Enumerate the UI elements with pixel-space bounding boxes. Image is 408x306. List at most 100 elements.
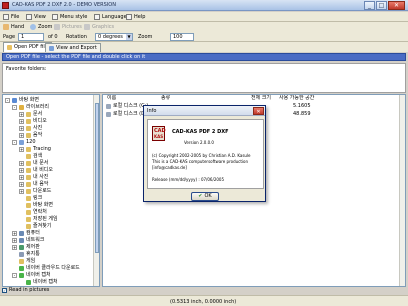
tree-expander-icon[interactable]: - <box>12 105 17 110</box>
tree-item[interactable]: - 네이버 캡처 <box>12 272 51 279</box>
menu-help[interactable]: Help <box>126 13 145 21</box>
column-header-type[interactable]: 종류 <box>161 95 170 102</box>
column-header-free-space[interactable]: 사용 가능한 공간 <box>279 95 314 102</box>
language-icon <box>94 14 100 20</box>
tree-item[interactable]: 저장된 게임 <box>19 216 58 223</box>
read-pictures-checkbox[interactable]: ✓ <box>2 288 7 293</box>
tree-item[interactable]: - 바탕 화면 <box>5 97 39 104</box>
tree-item[interactable]: 링크 <box>19 195 42 202</box>
tree-item[interactable]: 게임 <box>12 258 35 265</box>
tree-scrollbar[interactable] <box>93 95 99 286</box>
column-header-name[interactable]: 이름 <box>107 95 116 102</box>
folder-icon <box>26 217 31 222</box>
file-scrollbar[interactable] <box>399 95 405 286</box>
tree-item[interactable]: + Tracing <box>19 146 51 153</box>
tree-item-label: 라이브러리 <box>26 104 50 110</box>
tree-expander-icon[interactable]: + <box>19 133 24 138</box>
tree-expander-icon[interactable]: - <box>12 140 17 145</box>
tree-item[interactable]: 네이버 클라우드 다운로드 <box>12 265 80 272</box>
hand-button[interactable]: Hand <box>3 23 24 31</box>
tree-item-label: 바탕 화면 <box>33 202 53 208</box>
pictures-button[interactable]: Pictures <box>54 23 82 31</box>
tab-view-export[interactable]: View and Export <box>45 43 101 52</box>
menu-language[interactable]: Language <box>94 13 127 21</box>
tree-expander-icon[interactable]: + <box>19 175 24 180</box>
tree-expander-icon[interactable]: - <box>5 98 10 103</box>
close-button[interactable]: ✕ <box>388 1 405 10</box>
folder-icon <box>26 203 31 208</box>
page-input[interactable]: 1 <box>18 33 44 41</box>
tree-expander-icon[interactable]: + <box>19 168 24 173</box>
tree-item[interactable]: - 120 <box>12 139 36 146</box>
minimize-button[interactable]: _ <box>364 1 375 10</box>
status-bar: (0.5313 inch, 0.0000 inch) <box>0 295 408 306</box>
folder-icon <box>19 273 24 278</box>
tree-item[interactable]: 검색 <box>19 153 42 160</box>
tree-item-label: 제어판 <box>26 244 40 250</box>
tree-item[interactable]: + 비디오 <box>19 118 47 125</box>
tree-item[interactable]: 휴지통 <box>12 251 40 258</box>
check-icon: ✔ <box>198 193 203 199</box>
tree-item[interactable]: + 내 문서 <box>19 160 48 167</box>
tree-item[interactable]: + 내 음악 <box>19 181 48 188</box>
tree-item[interactable]: + 내 비디오 <box>19 167 53 174</box>
tree-item[interactable]: - 라이브러리 <box>12 104 49 111</box>
folder-icon <box>26 175 31 180</box>
tree-expander-icon[interactable]: + <box>12 231 17 236</box>
rotation-select[interactable]: 0 degrees ▼ <box>95 33 133 41</box>
tree-expander-icon[interactable]: + <box>19 119 24 124</box>
help-icon <box>126 14 132 20</box>
tree-item[interactable]: 네이버 캡처 <box>19 279 58 286</box>
menu-menu-style[interactable]: Menu style <box>52 13 87 21</box>
tree-item[interactable]: + 사진 <box>19 125 42 132</box>
tree-item-label: 연락처 <box>33 209 47 215</box>
favorite-folders-panel[interactable]: Favorite folders: <box>2 63 406 93</box>
read-pictures-option[interactable]: ✓ Read in pictures <box>2 287 202 294</box>
tree-item[interactable]: + 다운로드 <box>19 188 51 195</box>
dialog-close-button[interactable]: ✕ <box>253 107 264 115</box>
tree-expander-icon[interactable]: + <box>19 161 24 166</box>
menu-file-label: File <box>11 14 20 20</box>
tree-expander-icon[interactable]: + <box>19 126 24 131</box>
tree-scroll-thumb[interactable] <box>95 103 99 253</box>
tab-bar: Open PDF file View and Export <box>0 42 408 52</box>
tree-item[interactable]: + 제어판 <box>12 244 40 251</box>
app-icon <box>2 2 9 9</box>
tree-item[interactable]: + 컴퓨터 <box>12 230 40 237</box>
folder-icon <box>26 126 31 131</box>
file-row[interactable]: 로컬 디스크 (C:) <box>106 103 148 110</box>
menu-view[interactable]: View <box>26 13 46 21</box>
folder-icon <box>19 140 24 145</box>
tree-expander-icon[interactable]: + <box>19 189 24 194</box>
tree-expander-icon[interactable]: + <box>12 245 17 250</box>
tree-item[interactable]: + 네트워크 <box>12 237 44 244</box>
tree-item[interactable]: + 내 사진 <box>19 174 48 181</box>
folder-tree[interactable]: - 바탕 화면 - 라이브러리 + 문서 + 비디오 + 사진 + 음악 -120 + Tracing 검색 +… <box>2 94 100 287</box>
column-header-total-size[interactable]: 전체 크기 <box>251 95 271 102</box>
tree-expander-icon[interactable]: + <box>12 238 17 243</box>
tree-item[interactable]: 연락처 <box>19 209 47 216</box>
tree-expander-icon[interactable]: + <box>19 147 24 152</box>
tree-item[interactable]: 바탕 화면 <box>19 202 53 209</box>
ok-button[interactable]: ✔ OK <box>191 192 219 201</box>
drive-icon <box>106 112 111 117</box>
graphics-button[interactable]: Graphics <box>84 23 114 31</box>
version-text: Version 2.0.0.0 <box>184 140 214 145</box>
tree-expander-icon[interactable]: + <box>19 182 24 187</box>
menu-file[interactable]: File <box>3 13 19 21</box>
tree-expander-icon[interactable]: + <box>19 112 24 117</box>
zoom-input[interactable]: 100 <box>170 33 194 41</box>
maximize-button[interactable]: □ <box>376 1 387 10</box>
chevron-down-icon[interactable]: ▼ <box>126 34 132 40</box>
folder-icon <box>19 259 24 264</box>
window-title: CAD-KAS PDF 2 DXF 2.0 - DEMO VERSION <box>12 2 116 8</box>
zoom-button[interactable]: Zoom <box>30 23 52 31</box>
free-space-value: 5.1605 <box>293 103 311 109</box>
tree-item[interactable]: 즐겨찾기 <box>19 223 51 230</box>
tree-item[interactable]: + 문서 <box>19 111 42 118</box>
zoom-label: Zoom <box>38 24 53 30</box>
tree-expander-icon[interactable]: - <box>12 273 17 278</box>
folder-icon <box>19 266 24 271</box>
tree-item-label: 즐겨찾기 <box>33 223 52 229</box>
tree-item[interactable]: + 음악 <box>19 132 42 139</box>
